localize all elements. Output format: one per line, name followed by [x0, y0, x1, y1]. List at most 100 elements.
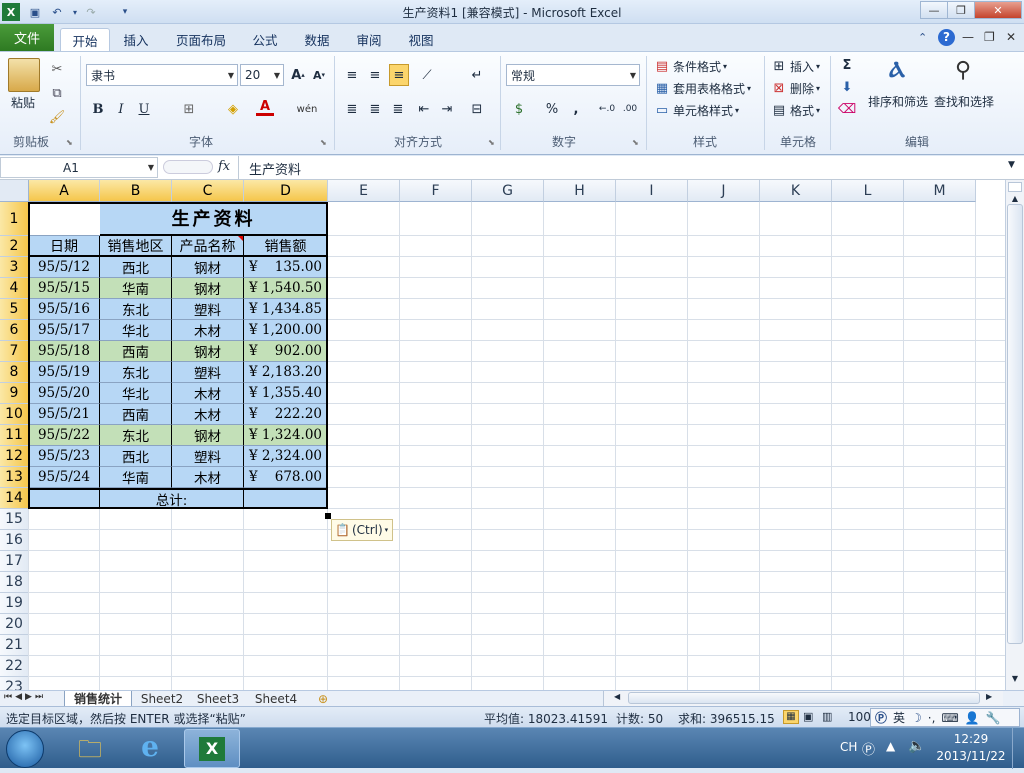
clock-date[interactable]: 2013/11/22 — [936, 749, 1006, 763]
tab-insert[interactable]: 插入 — [114, 28, 158, 51]
ime-toolbar[interactable]: Ⓟ 英 ☽ ·, ⌨ 👤 🔧 — [870, 708, 1020, 727]
scroll-right-icon[interactable]: ▶ — [986, 692, 992, 701]
insert-cells-button[interactable]: ⊞ 插入 ▾ — [770, 57, 820, 75]
row-header-17[interactable]: 17 — [0, 551, 29, 572]
decrease-indent-icon[interactable]: ⇤ — [415, 100, 433, 118]
table-cell-region[interactable]: 华北 — [100, 383, 172, 404]
insert-sheet-icon[interactable]: ⊕ — [312, 691, 334, 707]
row-header-21[interactable]: 21 — [0, 635, 29, 656]
table-cell-amount[interactable]: ¥ 1,355.40 — [244, 383, 328, 404]
table-cell-product[interactable]: 钢材 — [172, 257, 244, 278]
align-middle-icon[interactable]: ≡ — [366, 66, 384, 84]
doc-minimize-icon[interactable]: — — [962, 30, 974, 44]
explorer-icon[interactable]: 🗀 — [70, 732, 110, 764]
total-label[interactable]: 总计: — [100, 488, 244, 509]
row-header-12[interactable]: 12 — [0, 446, 29, 467]
row-header-6[interactable]: 6 — [0, 320, 29, 341]
table-cell-region[interactable]: 西南 — [100, 341, 172, 362]
column-header-f[interactable]: F — [400, 180, 472, 202]
table-cell-date[interactable]: 95/5/18 — [29, 341, 100, 362]
row-header-1[interactable]: 1 — [0, 202, 29, 236]
row-header-2[interactable]: 2 — [0, 236, 29, 257]
row-header-8[interactable]: 8 — [0, 362, 29, 383]
sheet-tab-2[interactable]: Sheet2 — [136, 691, 188, 707]
column-header-e[interactable]: E — [328, 180, 400, 202]
table-cell-date[interactable]: 95/5/21 — [29, 404, 100, 425]
alignment-launcher-icon[interactable]: ⬊ — [488, 138, 495, 147]
minimize-button[interactable]: — — [920, 1, 948, 19]
excel-taskbar-button[interactable]: X — [184, 729, 240, 768]
zoom-level[interactable]: 100 — [848, 710, 871, 724]
doc-restore-icon[interactable]: ❐ — [984, 30, 995, 44]
row-header-14[interactable]: 14 — [0, 488, 29, 509]
table-cell-date[interactable]: 95/5/12 — [29, 257, 100, 278]
row-header-22[interactable]: 22 — [0, 656, 29, 677]
autosum-button[interactable]: Σ — [838, 56, 856, 74]
shrink-font-icon[interactable]: A ▾ — [310, 66, 328, 84]
table-cell-amount[interactable]: ¥ 2,183.20 — [244, 362, 328, 383]
table-cell-product[interactable]: 钢材 — [172, 278, 244, 299]
table-cell-date[interactable]: 95/5/22 — [29, 425, 100, 446]
column-header-d[interactable]: D — [244, 180, 328, 202]
horizontal-scrollbar[interactable]: ◀ ▶ — [603, 691, 1003, 706]
table-cell-product[interactable]: 木材 — [172, 404, 244, 425]
tab-data[interactable]: 数据 — [296, 28, 338, 51]
delete-cells-button[interactable]: ⊠ 删除 ▾ — [770, 79, 820, 97]
formula-bar-splitter[interactable] — [163, 160, 213, 174]
split-box[interactable] — [1008, 182, 1022, 192]
comma-button[interactable]: , — [567, 100, 585, 118]
table-cell-amount[interactable]: ¥ 1,540.50 — [244, 278, 328, 299]
internet-explorer-icon[interactable]: e — [130, 730, 170, 766]
row-header-16[interactable]: 16 — [0, 530, 29, 551]
vertical-scrollbar[interactable]: ▲ ▼ — [1005, 180, 1024, 690]
table-cell-product[interactable]: 塑料 — [172, 299, 244, 320]
table-cell-product[interactable]: 木材 — [172, 383, 244, 404]
sheet-nav-icons[interactable]: ⏮◀▶⏭ — [4, 692, 46, 702]
cut-icon[interactable]: ✂ — [48, 60, 66, 78]
help-icon[interactable]: ? — [938, 29, 955, 46]
start-button[interactable] — [6, 730, 44, 768]
name-box[interactable]: A1 ▼ — [0, 157, 158, 178]
table-cell-region[interactable]: 西北 — [100, 257, 172, 278]
table-cell-product[interactable]: 木材 — [172, 320, 244, 341]
table-title[interactable]: 生产资料 — [100, 202, 328, 236]
fill-color-icon[interactable]: ◈ — [224, 100, 242, 118]
cell-styles-button[interactable]: ▭ 单元格样式 ▾ — [653, 101, 739, 119]
cell-a1[interactable] — [29, 202, 100, 236]
align-center-icon[interactable]: ≣ — [366, 100, 384, 118]
row-header-20[interactable]: 20 — [0, 614, 29, 635]
table-cell-date[interactable]: 95/5/15 — [29, 278, 100, 299]
table-cell-amount[interactable]: ¥ 222.20 — [244, 404, 328, 425]
decrease-decimal-icon[interactable]: .00 — [621, 100, 639, 118]
table-cell-amount[interactable]: ¥ 902.00 — [244, 341, 328, 362]
fill-icon[interactable]: ⬇ — [838, 78, 856, 96]
format-painter-icon[interactable]: 🖌 — [48, 108, 66, 126]
row-header-5[interactable]: 5 — [0, 299, 29, 320]
row-header-4[interactable]: 4 — [0, 278, 29, 299]
table-cell-product[interactable]: 木材 — [172, 467, 244, 488]
input-language[interactable]: CH — [840, 740, 857, 754]
italic-button[interactable]: I — [112, 100, 130, 118]
tab-view[interactable]: 视图 — [400, 28, 442, 51]
scroll-up-icon[interactable]: ▲ — [1008, 194, 1022, 203]
ribbon-collapse-icon[interactable]: ⌃ — [918, 31, 927, 44]
increase-indent-icon[interactable]: ⇥ — [438, 100, 456, 118]
table-cell-date[interactable]: 95/5/16 — [29, 299, 100, 320]
borders-icon[interactable]: ⊞ — [180, 100, 198, 118]
currency-icon[interactable]: $ — [510, 100, 528, 118]
sheet-tab-sales[interactable]: 销售统计 — [64, 691, 132, 707]
format-as-table-button[interactable]: ▦ 套用表格格式 ▾ — [653, 79, 751, 97]
table-cell-amount[interactable]: ¥ 2,324.00 — [244, 446, 328, 467]
clear-icon[interactable]: ⌫ — [838, 100, 856, 118]
table-cell-date[interactable]: 95/5/17 — [29, 320, 100, 341]
tab-file[interactable]: 文件 — [0, 24, 54, 51]
paste-icon[interactable] — [8, 58, 40, 92]
horizontal-scroll-thumb[interactable] — [628, 692, 980, 704]
orientation-icon[interactable]: ⟋ — [418, 66, 436, 84]
phonetic-icon[interactable]: wén — [297, 100, 318, 118]
vertical-scroll-thumb[interactable] — [1007, 204, 1023, 644]
increase-decimal-icon[interactable]: ←.0 — [598, 100, 616, 118]
font-name-combo[interactable]: 隶书 ▼ — [86, 64, 238, 86]
clipboard-launcher-icon[interactable]: ⬊ — [66, 138, 73, 147]
row-header-18[interactable]: 18 — [0, 572, 29, 593]
